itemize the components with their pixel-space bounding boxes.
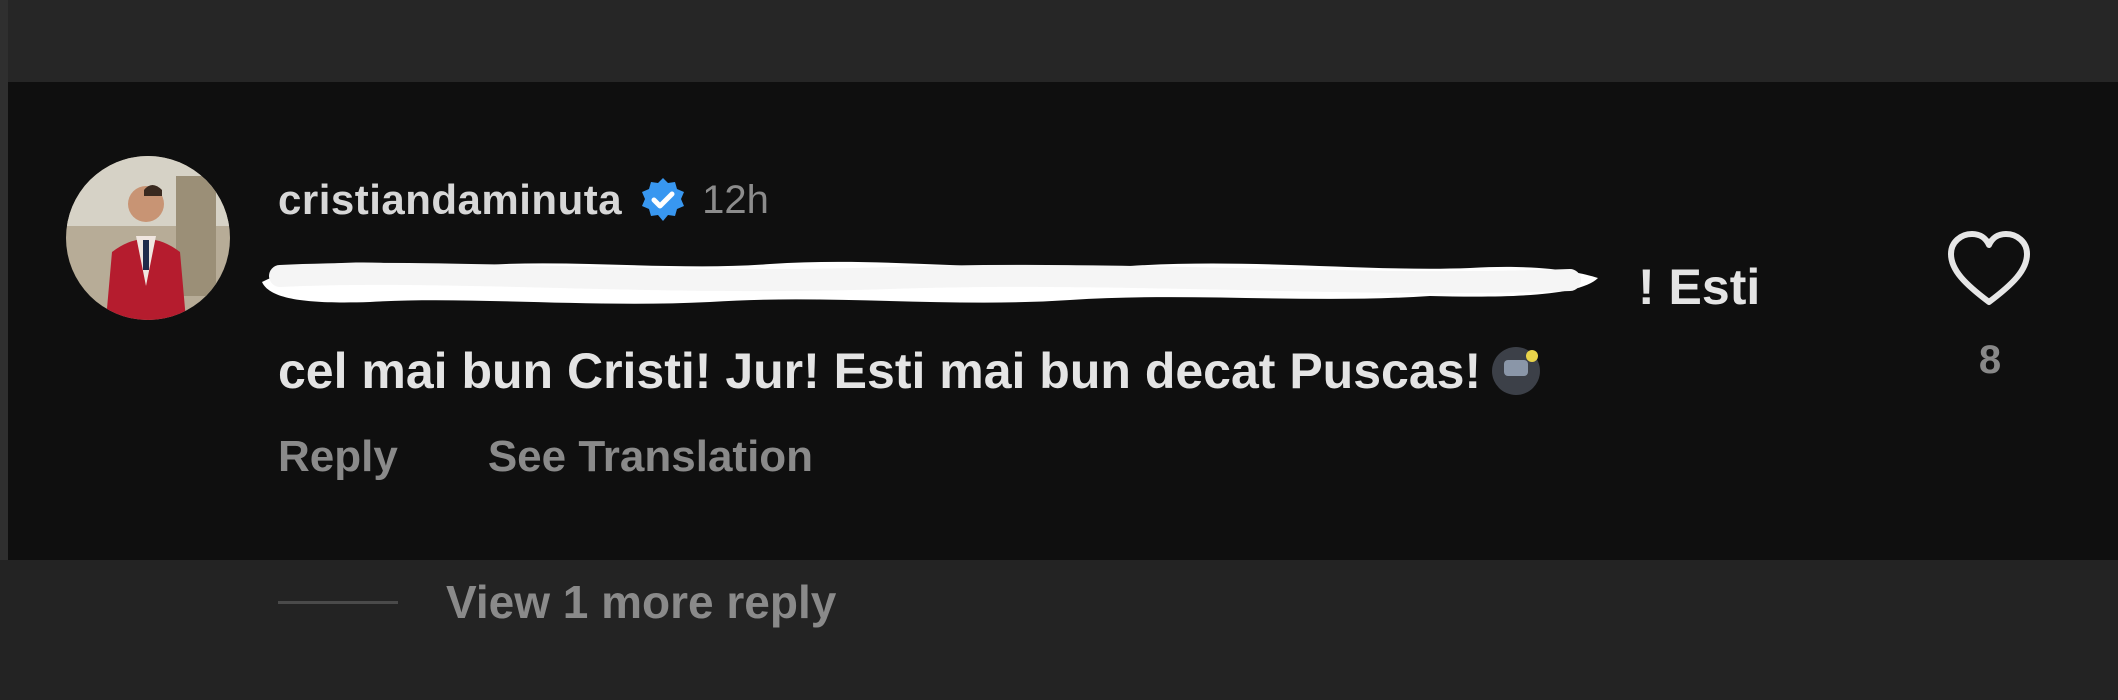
- timestamp: 12h: [702, 177, 769, 222]
- view-more-replies[interactable]: View 1 more reply: [278, 575, 836, 629]
- emoji-icon: [1492, 347, 1541, 395]
- avatar[interactable]: [66, 156, 230, 320]
- comment-header: cristiandaminuta 12h: [278, 170, 769, 230]
- comment-text-line2: cel mai bun Cristi! Jur! Esti mai bun de…: [278, 343, 1482, 399]
- view-more-replies-label[interactable]: View 1 more reply: [446, 575, 836, 629]
- see-translation-button[interactable]: See Translation: [488, 432, 813, 482]
- heart-icon[interactable]: [1945, 228, 2033, 308]
- comment-text-line1-tail: ! Esti: [1638, 259, 1761, 315]
- top-strip: [0, 0, 2118, 82]
- reply-thread-line: [278, 600, 398, 604]
- like-count: 8: [1978, 338, 2002, 382]
- verified-badge-icon: [642, 178, 685, 221]
- like-container: 8: [1945, 228, 2035, 383]
- avatar-image: [66, 156, 230, 320]
- redaction-scribble: [262, 261, 1598, 304]
- username[interactable]: cristiandaminuta: [278, 176, 622, 224]
- comment-actions: Reply See Translation: [278, 432, 813, 482]
- reply-button[interactable]: Reply: [278, 432, 398, 482]
